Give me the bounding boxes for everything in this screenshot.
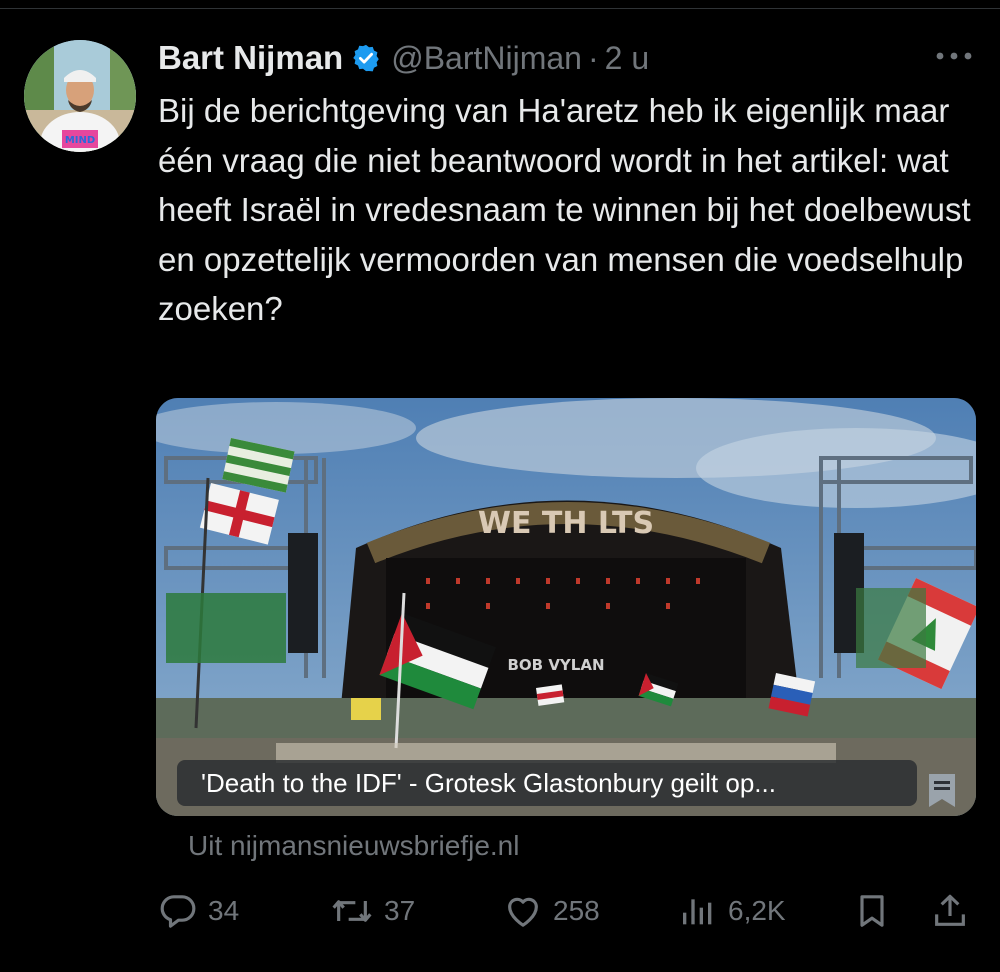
verified-badge-icon [351, 43, 381, 73]
card-title: 'Death to the IDF' - Grotesk Glastonbury… [201, 767, 776, 798]
tweet-text: Bij de berichtgeving van Ha'aretz heb ik… [158, 92, 971, 327]
views-count: 6,2K [728, 895, 786, 926]
avatar[interactable]: MIND [24, 40, 136, 152]
views-icon [683, 899, 712, 925]
timestamp[interactable]: 2 u [605, 40, 649, 77]
bookmark-button[interactable] [852, 885, 892, 937]
top-divider [0, 8, 1000, 9]
repost-icon [332, 900, 372, 922]
reply-count: 34 [208, 895, 240, 926]
card-source[interactable]: Uit nijmansnieuwsbriefje.nl [188, 830, 519, 862]
repost-count: 37 [384, 895, 416, 926]
share-button[interactable] [930, 885, 970, 937]
like-button[interactable]: 258 [503, 885, 600, 937]
card-title-box[interactable]: 'Death to the IDF' - Grotesk Glastonbury… [177, 760, 917, 806]
action-bar: 34 37 258 6,2K [0, 885, 1000, 937]
separator-dot: · [587, 39, 599, 76]
stage-sign-text: BOB VYLAN [507, 656, 604, 674]
repost-button[interactable]: 37 [330, 885, 415, 937]
heart-icon [508, 897, 538, 927]
bookmark-icon [860, 895, 884, 927]
card-image: WE TH LTS BOB VYLAN [156, 398, 976, 816]
share-icon [935, 894, 965, 926]
handle[interactable]: @BartNijman [391, 40, 582, 77]
stage-banner-text: WE TH LTS [478, 506, 654, 541]
display-name[interactable]: Bart Nijman [158, 39, 343, 77]
like-count: 258 [553, 895, 600, 926]
article-badge-icon [926, 771, 958, 811]
link-card[interactable]: WE TH LTS BOB VYLAN 'Death to the IDF' -… [156, 398, 976, 816]
views-button[interactable]: 6,2K [678, 885, 786, 937]
reply-button[interactable]: 34 [158, 885, 239, 937]
avatar-image: MIND [24, 40, 136, 152]
more-icon[interactable] [932, 46, 976, 66]
avatar-shirt-text: MIND [65, 135, 95, 146]
reply-icon [160, 895, 196, 928]
tweet-header: Bart Nijman @BartNijman · 2 u [158, 36, 649, 80]
